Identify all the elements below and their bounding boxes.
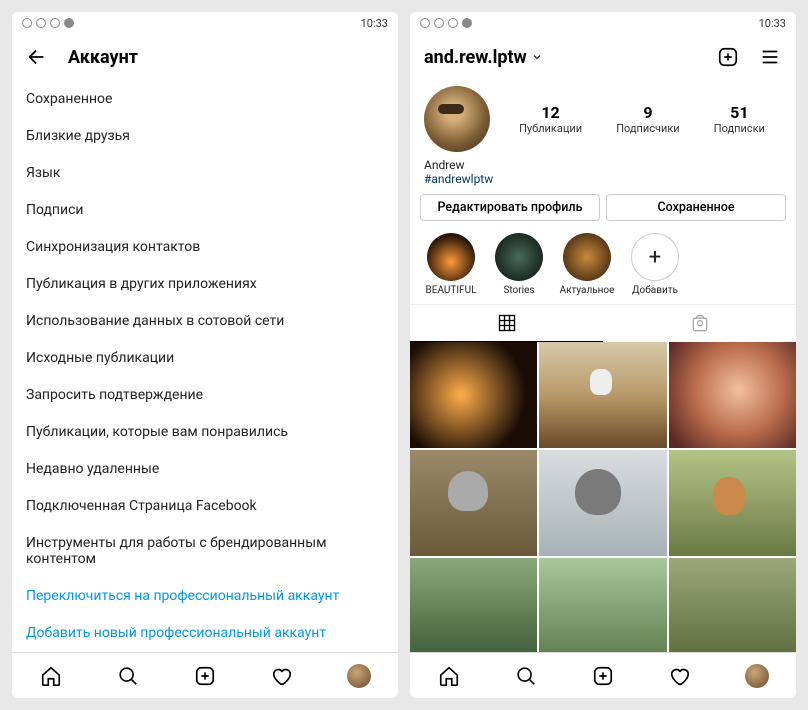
home-icon[interactable] [39,664,63,688]
highlight-cover-icon [563,233,611,281]
stat-following-count: 51 [714,103,765,122]
post-thumbnail[interactable] [539,450,666,556]
status-icons-left [420,18,472,28]
chevron-down-icon [531,51,543,63]
settings-item-captions[interactable]: Подписи [26,191,384,228]
profile-avatar[interactable] [424,86,490,152]
highlight-beautiful[interactable]: BEAUTIFUL [424,233,478,296]
post-thumbnail[interactable] [539,342,666,448]
stat-followers-label: Подписчики [616,122,679,135]
bottom-nav [410,652,796,698]
status-bar: 10:33 [410,12,796,34]
settings-item-recently-deleted[interactable]: Недавно удаленные [26,450,384,487]
stat-followers[interactable]: 9 Подписчики [616,103,679,135]
story-highlights: BEAUTIFUL Stories Актуальное + Добавить [410,221,796,304]
highlight-label: Актуальное [560,285,615,296]
stat-posts[interactable]: 12 Публикации [519,103,582,135]
edit-profile-button[interactable]: Редактировать профиль [420,194,600,221]
post-thumbnail[interactable] [410,558,537,652]
settings-link-add-professional[interactable]: Добавить новый профессиональный аккаунт [26,614,384,651]
post-thumbnail[interactable] [669,558,796,652]
username-text: and.rew.lptw [424,47,527,68]
settings-list: Сохраненное Близкие друзья Язык Подписи … [12,80,398,652]
tab-tagged[interactable] [603,305,796,342]
highlight-add-new[interactable]: + Добавить [628,233,682,296]
highlight-cover-icon [495,233,543,281]
phone-profile: 10:33 and.rew.lptw 12 Публикации 9 Подпи… [410,12,796,698]
create-post-icon[interactable] [716,45,740,69]
activity-heart-icon[interactable] [668,664,692,688]
profile-header-actions [716,45,782,69]
highlight-actual[interactable]: Актуальное [560,233,614,296]
add-post-icon[interactable] [193,664,217,688]
settings-item-share-other-apps[interactable]: Публикация в других приложениях [26,265,384,302]
hamburger-menu-icon[interactable] [758,45,782,69]
settings-item-branded-content[interactable]: Инструменты для работы с брендированным … [26,524,384,577]
status-icons-left [22,18,74,28]
settings-link-switch-professional[interactable]: Переключиться на профессиональный аккаун… [26,577,384,614]
search-icon[interactable] [514,664,538,688]
bio-hashtag[interactable]: #andrewlptw [424,172,782,186]
settings-item-close-friends[interactable]: Близкие друзья [26,117,384,154]
settings-item-original-posts[interactable]: Исходные публикации [26,339,384,376]
settings-item-liked-posts[interactable]: Публикации, которые вам понравились [26,413,384,450]
stat-following[interactable]: 51 Подписки [714,103,765,135]
stat-followers-count: 9 [616,103,679,122]
stat-posts-label: Публикации [519,122,582,135]
settings-item-request-verification[interactable]: Запросить подтверждение [26,376,384,413]
settings-header: Аккаунт [12,34,398,80]
profile-tabs [410,304,796,342]
bio-name: Andrew [424,158,782,172]
settings-item-language[interactable]: Язык [26,154,384,191]
status-bar: 10:33 [12,12,398,34]
posts-grid [410,342,796,652]
highlight-label: Stories [503,285,534,296]
post-thumbnail[interactable] [410,450,537,556]
search-icon[interactable] [116,664,140,688]
plus-icon: + [631,233,679,281]
saved-button[interactable]: Сохраненное [606,194,786,221]
add-post-icon[interactable] [591,664,615,688]
phone-settings: 10:33 Аккаунт Сохраненное Близкие друзья… [12,12,398,698]
post-thumbnail[interactable] [410,342,537,448]
profile-avatar-icon[interactable] [347,664,371,688]
highlight-cover-icon [427,233,475,281]
home-icon[interactable] [437,664,461,688]
tab-grid[interactable] [410,305,603,342]
highlight-label: BEAUTIFUL [426,285,477,296]
profile-bio: Andrew #andrewlptw [410,156,796,194]
settings-item-cellular-data[interactable]: Использование данных в сотовой сети [26,302,384,339]
profile-header: and.rew.lptw [410,34,796,80]
highlight-stories[interactable]: Stories [492,233,546,296]
post-thumbnail[interactable] [669,342,796,448]
status-time: 10:33 [759,17,786,30]
profile-avatar-icon[interactable] [745,664,769,688]
settings-item-saved[interactable]: Сохраненное [26,80,384,117]
status-time: 10:33 [361,17,388,30]
activity-heart-icon[interactable] [270,664,294,688]
post-thumbnail[interactable] [539,558,666,652]
stat-posts-count: 12 [519,103,582,122]
settings-item-contact-sync[interactable]: Синхронизация контактов [26,228,384,265]
settings-title: Аккаунт [68,47,138,68]
post-thumbnail[interactable] [669,450,796,556]
stat-following-label: Подписки [714,122,765,135]
highlight-label: Добавить [632,285,678,296]
back-arrow-icon[interactable] [26,46,48,68]
bottom-nav [12,652,398,698]
settings-item-facebook-page[interactable]: Подключенная Страница Facebook [26,487,384,524]
username-dropdown[interactable]: and.rew.lptw [424,47,543,68]
profile-stats-row: 12 Публикации 9 Подписчики 51 Подписки [410,80,796,156]
profile-action-buttons: Редактировать профиль Сохраненное [410,194,796,221]
